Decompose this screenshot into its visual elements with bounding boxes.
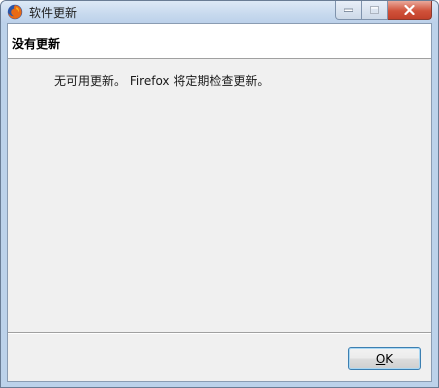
dialog-window: 软件更新 没有更新 无可用更新。 Firefox 将定期检查更新。 OK [0,0,439,388]
dialog-client-area: 没有更新 无可用更新。 Firefox 将定期检查更新。 OK [7,23,432,382]
close-icon [404,5,415,15]
caption-buttons [335,1,432,20]
wizard-header: 没有更新 [8,24,431,59]
footer-divider [8,332,431,334]
page-title: 没有更新 [12,37,61,51]
window-title: 软件更新 [29,6,78,20]
maximize-button[interactable] [362,1,388,20]
close-button[interactable] [388,1,432,20]
ok-button-mnemonic: O [375,351,386,366]
ok-button[interactable]: OK [348,347,421,370]
minimize-icon [344,8,353,12]
firefox-icon [7,4,23,20]
maximize-icon [370,6,379,14]
title-bar[interactable]: 软件更新 [1,1,438,23]
minimize-button[interactable] [335,1,362,20]
status-message: 无可用更新。 Firefox 将定期检查更新。 [54,74,270,88]
ok-button-label: K [385,351,394,366]
